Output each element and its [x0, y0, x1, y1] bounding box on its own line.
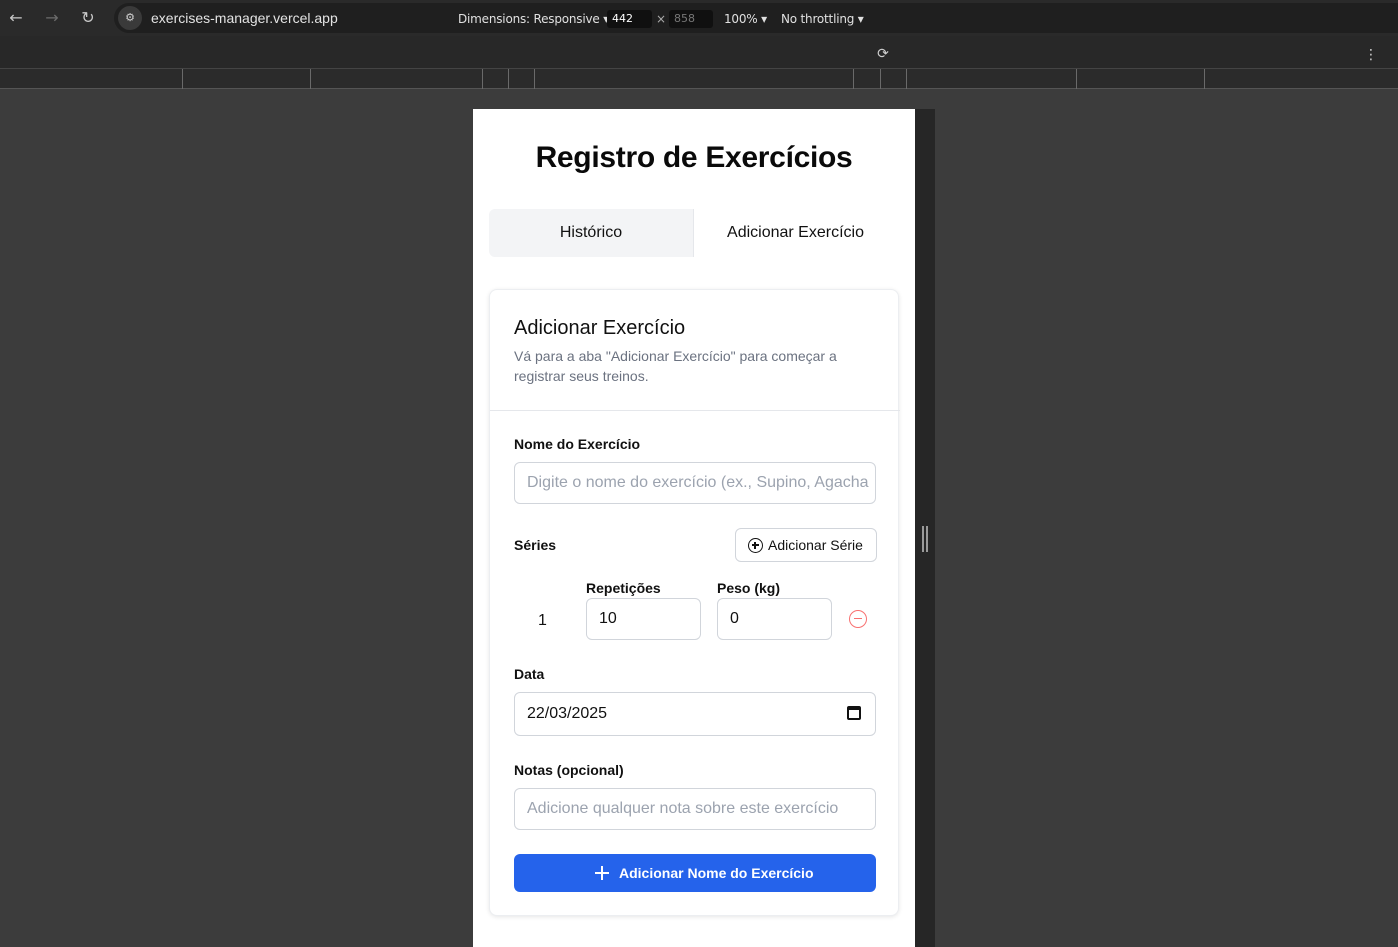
- emulated-viewport: Registro de Exercícios Histórico Adicion…: [473, 109, 915, 947]
- series-label: Séries: [514, 537, 557, 553]
- address-url[interactable]: exercises-manager.vercel.app: [151, 10, 338, 26]
- rotate-icon[interactable]: ⟳: [874, 45, 892, 63]
- card-description: Vá para a aba "Adicionar Exercício" para…: [514, 348, 837, 384]
- submit-button-label: Adicionar Nome do Exercício: [619, 865, 814, 881]
- reps-label: Repetições: [586, 580, 661, 596]
- more-options-icon[interactable]: ⋮: [1364, 46, 1378, 64]
- page-title: Registro de Exercícios: [535, 141, 853, 174]
- card-title: Adicionar Exercício: [514, 317, 686, 339]
- date-value: 22/03/2025: [527, 705, 608, 722]
- set-number: 1: [538, 612, 547, 629]
- throttling-dropdown[interactable]: No throttling ▾: [781, 12, 864, 26]
- viewport-height-input[interactable]: 858: [669, 10, 713, 28]
- tab-adicionar-exercicio[interactable]: Adicionar Exercício: [693, 209, 897, 257]
- exercise-name-input[interactable]: Digite o nome do exercício (ex., Supino,…: [514, 462, 876, 504]
- forward-arrow-icon[interactable]: →: [42, 8, 62, 28]
- card-divider: [490, 410, 900, 411]
- viewport-width-input[interactable]: 442: [607, 10, 652, 28]
- reload-icon[interactable]: ↻: [78, 8, 98, 28]
- notes-input[interactable]: Adicione qualquer nota sobre este exercí…: [514, 788, 876, 830]
- back-arrow-icon[interactable]: ←: [6, 8, 26, 28]
- zoom-dropdown[interactable]: 100% ▾: [724, 12, 767, 26]
- exercise-name-label: Nome do Exercício: [514, 436, 641, 452]
- dimension-separator: ×: [656, 12, 666, 26]
- plus-circle-icon: [748, 538, 763, 553]
- weight-input[interactable]: 0: [717, 598, 832, 640]
- weight-label: Peso (kg): [717, 580, 781, 596]
- submit-exercise-button[interactable]: Adicionar Nome do Exercício: [514, 854, 876, 892]
- plus-icon: [595, 866, 609, 880]
- calendar-icon[interactable]: [847, 706, 861, 720]
- notes-label: Notas (opcional): [514, 762, 624, 778]
- resize-handle[interactable]: [922, 526, 928, 552]
- add-series-button[interactable]: Adicionar Série: [735, 528, 877, 562]
- add-series-button-label: Adicionar Série: [768, 537, 863, 553]
- dimensions-dropdown[interactable]: Dimensions: Responsive ▾: [458, 12, 609, 26]
- tab-historico[interactable]: Histórico: [489, 209, 693, 257]
- remove-set-icon[interactable]: [849, 610, 867, 628]
- site-settings-icon[interactable]: ⚙: [118, 6, 142, 30]
- date-label: Data: [514, 666, 545, 682]
- media-query-ruler: [0, 69, 1398, 89]
- add-exercise-card: Adicionar Exercício Vá para a aba "Adici…: [489, 289, 900, 916]
- tab-list: Histórico Adicionar Exercício: [489, 209, 897, 257]
- date-input[interactable]: 22/03/2025: [514, 692, 876, 736]
- reps-input[interactable]: 10: [586, 598, 701, 640]
- device-toolbar: [0, 36, 1398, 69]
